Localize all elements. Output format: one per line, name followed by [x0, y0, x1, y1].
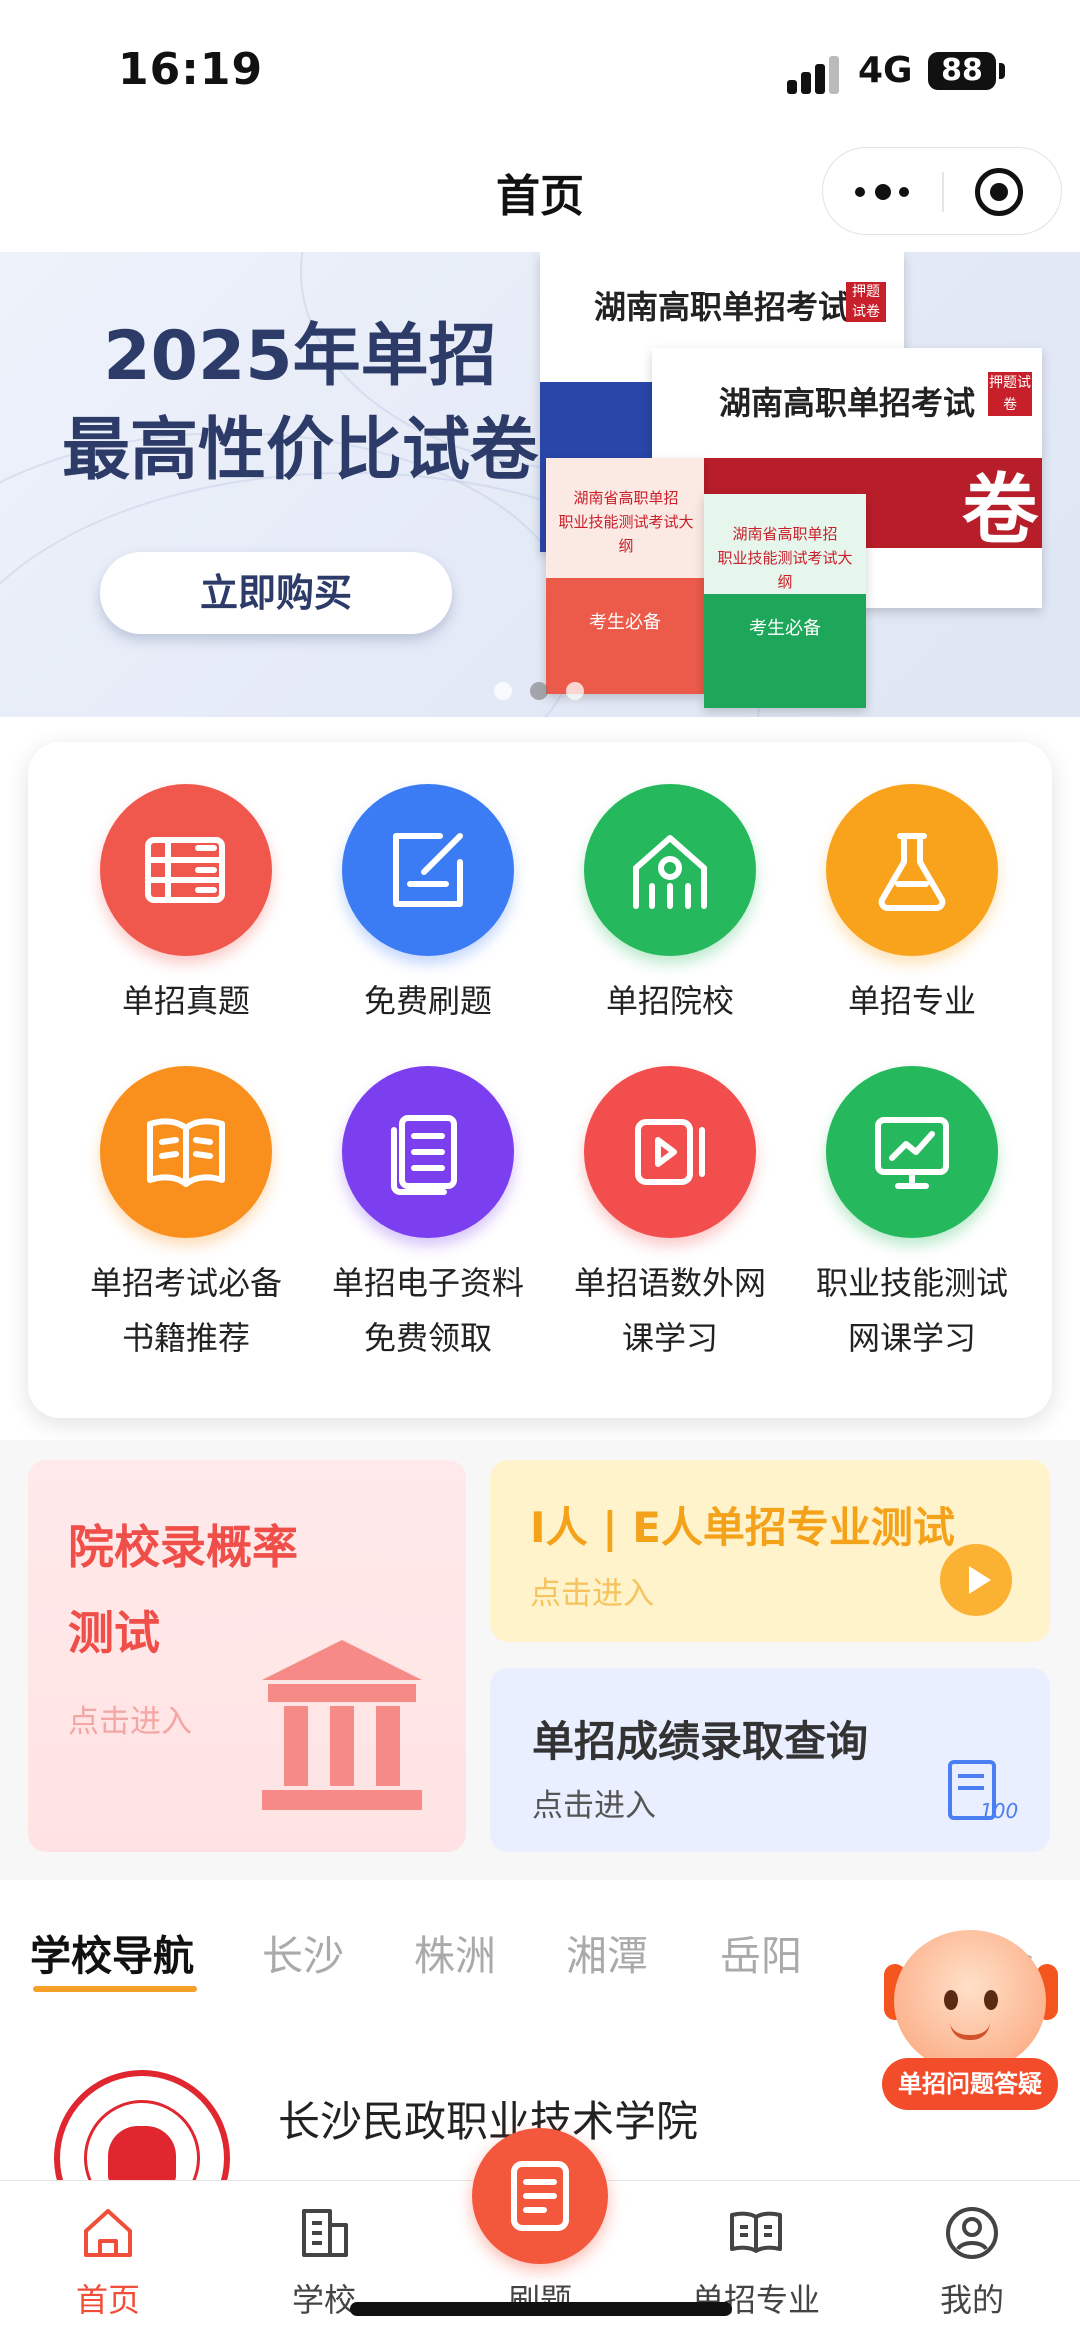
small-book-green: 湖南省高职单招 职业技能测试考试大纲 考生必备 [704, 494, 866, 708]
school-name: 长沙民政职业技术学院 [278, 2097, 699, 2146]
network-type: 4G [858, 50, 913, 91]
promo-banner[interactable]: 2025年单招 最高性价比试卷 立即购买 湖南高职单招考试 押题试卷 湖南高职单… [0, 252, 1080, 717]
tab-zhuzhou[interactable]: 株洲 [414, 1922, 496, 1982]
qa-helper-mascot[interactable]: 单招问题答疑 [872, 1930, 1062, 2130]
school-icon [584, 784, 756, 956]
score-query-title: 单招成绩录取查询 [532, 1717, 869, 1766]
score-sheet-icon: 100 [948, 1760, 1018, 1823]
video-icon [584, 1066, 756, 1238]
mascot-face [894, 1930, 1046, 2072]
small-book-green-band [704, 594, 866, 708]
admission-enter: 点击进入 [68, 1704, 192, 1740]
small-book-green-title: 湖南省高职单招 职业技能测试考试大纲 [717, 525, 853, 591]
active-tab-underline [33, 1986, 197, 1992]
promo-section: 院校录概率 测试 点击进入 I人 | E人单招专业测试 点击进入 单招成绩录取查询… [0, 1440, 1080, 1880]
feature-grid: 单招真题 免费刷题 单招院校 单招专业 单招考试必备 书籍推荐 单招电子资料 免… [28, 742, 1052, 1418]
banner-headline-line2: 最高性价比试卷 [61, 411, 538, 490]
status-time: 16:19 [118, 44, 264, 95]
pagination-dot [494, 682, 512, 700]
feature-label: 单招电子资料 免费领取 [331, 1264, 524, 1357]
svg-text:100: 100 [980, 1799, 1018, 1823]
play-icon [940, 1544, 1012, 1616]
book-big-char: 卷 [962, 465, 1038, 554]
book-tag-front: 押题试卷 [988, 372, 1032, 416]
flask-icon [826, 784, 998, 956]
small-book-red-title: 湖南省高职单招 职业技能测试考试大纲 [558, 489, 694, 555]
personality-test-title: I人 | E人单招专业测试 [530, 1503, 955, 1552]
home-indicator [350, 2302, 732, 2316]
score-admission-query-card[interactable]: 单招成绩录取查询 点击进入 100 [490, 1668, 1050, 1852]
tabbar-label: 我的 [939, 2281, 1004, 2319]
buy-now-button[interactable]: 立即购买 [100, 552, 452, 634]
tab-xiangtan[interactable]: 湘潭 [566, 1922, 648, 1982]
mascot-label: 单招问题答疑 [882, 2058, 1058, 2110]
miniprogram-capsule [822, 147, 1062, 235]
books-icon [100, 784, 272, 956]
user-icon [946, 2207, 998, 2259]
small-book-green-badge: 考生必备 [749, 618, 821, 639]
tab-yueyang[interactable]: 岳阳 [720, 1922, 802, 1982]
admission-probability-card[interactable]: 院校录概率 测试 点击进入 [28, 1460, 466, 1852]
building-icon [302, 2209, 348, 2257]
status-bar: 16:19 4G 88 [0, 0, 1080, 140]
tabbar-label: 首页 [75, 2281, 140, 2319]
mascot-eye [944, 1990, 958, 2010]
practice-center-button[interactable] [472, 2128, 608, 2264]
close-miniprogram-icon[interactable] [975, 168, 1023, 216]
feature-label: 单招院校 [605, 982, 734, 1020]
signal-icon [787, 54, 843, 94]
feature-label: 单招真题 [121, 982, 250, 1020]
personality-test-enter: 点击进入 [530, 1576, 654, 1612]
battery-icon: 88 [928, 52, 996, 90]
institution-icon [262, 1640, 422, 1810]
chart-screen-icon [826, 1066, 998, 1238]
open-book-icon [100, 1066, 272, 1238]
edit-icon [342, 784, 514, 956]
tabbar-home[interactable]: 首页 [0, 2181, 216, 2337]
book-title-front: 湖南高职单招考试 [718, 384, 975, 422]
banner-pagination [494, 682, 590, 702]
small-book-red: 湖南省高职单招 职业技能测试考试大纲 考生必备 [546, 458, 704, 694]
tabbar-mine[interactable]: 我的 [864, 2181, 1080, 2337]
tab-changsha[interactable]: 长沙 [262, 1922, 344, 1982]
capsule-divider [942, 172, 944, 212]
feature-label: 单招考试必备 书籍推荐 [89, 1264, 282, 1357]
feature-label: 单招语数外网 课学习 [573, 1264, 766, 1357]
exam-paper-icon [511, 2161, 569, 2231]
pagination-dot-active [530, 682, 548, 700]
more-icon[interactable] [855, 176, 935, 208]
feature-label: 单招专业 [847, 982, 976, 1020]
book-tag-back: 押题试卷 [846, 282, 886, 322]
home-icon [84, 2209, 132, 2257]
small-book-red-band [546, 578, 704, 694]
feature-label: 免费刷题 [363, 982, 492, 1020]
banner-headline: 2025年单招 最高性价比试卷 [60, 310, 540, 498]
pagination-dot [566, 682, 584, 700]
personality-major-test-card[interactable]: I人 | E人单招专业测试 点击进入 [490, 1460, 1050, 1642]
open-book-icon [730, 2211, 782, 2253]
score-query-enter: 点击进入 [532, 1788, 656, 1824]
document-icon [342, 1066, 514, 1238]
tab-school-nav[interactable]: 学校导航 [30, 1922, 194, 1982]
mascot-eye [984, 1990, 998, 2010]
small-book-red-badge: 考生必备 [589, 612, 661, 633]
feature-label: 职业技能测试 网课学习 [815, 1264, 1008, 1357]
banner-headline-line1: 2025年单招 [103, 317, 497, 396]
battery-tip [999, 63, 1005, 79]
